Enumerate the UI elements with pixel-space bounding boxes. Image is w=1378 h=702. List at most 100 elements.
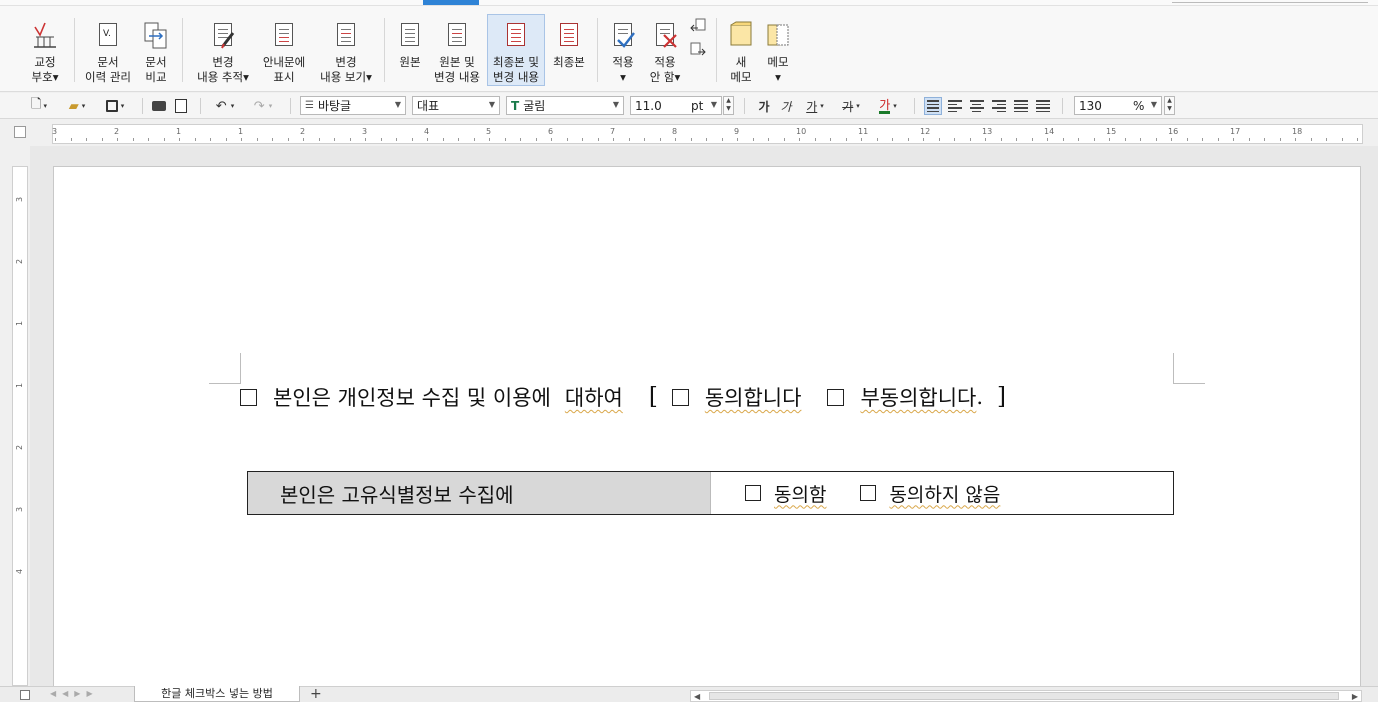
font-size-input[interactable]: 11.0 pt ▼	[630, 96, 722, 115]
scroll-right-icon[interactable]: ▶	[1352, 692, 1358, 701]
top-search-box[interactable]	[1172, 0, 1368, 3]
ruler-tick-mark	[721, 138, 723, 141]
scroll-left-icon[interactable]: ◀	[694, 692, 700, 701]
ruler-tick-label: 4	[424, 127, 430, 136]
disagree-checkbox-table[interactable]	[860, 485, 877, 501]
show-guide-label-1: 안내문에	[262, 55, 306, 69]
italic-button[interactable]: 가	[778, 97, 794, 115]
paragraph-style-select[interactable]: ☰ 바탕글 ▼	[300, 96, 406, 115]
save-icon[interactable]: ▾	[100, 97, 130, 115]
justify-align-icon[interactable]	[924, 97, 942, 115]
margin-mark	[209, 383, 241, 384]
align-right-icon[interactable]	[990, 97, 1008, 115]
checkbox-symbol[interactable]	[240, 388, 257, 406]
ruler-tick-mark	[1124, 138, 1126, 141]
print-preview-icon[interactable]	[172, 97, 190, 115]
scroll-thumb[interactable]	[709, 692, 1339, 700]
font-value: 굴림	[523, 99, 546, 113]
ribbon-separator	[74, 18, 75, 82]
ruler-tick-mark	[1233, 138, 1234, 141]
font-select[interactable]: T 굴림 ▼	[506, 96, 624, 115]
document-page[interactable]	[53, 166, 1361, 696]
language-select[interactable]: 대표 ▼	[412, 96, 500, 115]
ruler-tick-mark	[1341, 138, 1343, 141]
print-icon[interactable]	[150, 97, 168, 115]
font-size-spinner[interactable]: ▲ ▼	[723, 96, 734, 115]
view-changes-button[interactable]: 변경 내용 보기▾	[316, 14, 376, 86]
reject-change-button[interactable]: 적용 안 함▾	[646, 14, 684, 86]
ruler-tick-label: 2	[15, 258, 25, 265]
font-color-glyph: 가	[879, 97, 891, 114]
ruler-tick-label: 15	[1106, 127, 1117, 136]
bold-button[interactable]: 가	[756, 97, 772, 115]
original-and-changes-button[interactable]: 원본 및 변경 내용	[430, 14, 484, 86]
final-and-changes-button[interactable]: 최종본 및 변경 내용	[487, 14, 545, 86]
memo-dropdown-arrow: ▾	[775, 70, 781, 84]
ruler-tick-mark	[566, 138, 568, 141]
ruler-tick-mark	[1326, 138, 1327, 141]
table-label-cell[interactable]: 본인은 고유식별정보 수집에	[248, 472, 711, 514]
ruler-tick-mark	[752, 138, 754, 141]
distribute-align-icon[interactable]	[1012, 97, 1030, 115]
next-change-icon[interactable]	[690, 42, 706, 58]
zoom-input[interactable]: 130% ▼	[1074, 96, 1162, 115]
new-document-icon[interactable]: 🗋 ▾	[28, 97, 50, 115]
compare-label-1: 문서	[145, 55, 167, 69]
ruler-tick-label: 2	[15, 444, 25, 451]
ruler-tick-mark	[1078, 138, 1079, 141]
previous-change-icon[interactable]	[690, 18, 706, 34]
undo-icon[interactable]: ↶ ▾	[208, 97, 242, 115]
original-changes-label-1: 원본 및	[439, 55, 475, 69]
document-history-button[interactable]: V. 문서 이력 관리	[82, 14, 134, 86]
show-in-guide-button[interactable]: 안내문에 표시	[258, 14, 310, 86]
zoom-spinner[interactable]: ▲ ▼	[1164, 96, 1175, 115]
margin-mark	[1173, 353, 1174, 383]
original-button[interactable]: 원본	[394, 14, 426, 86]
agree-checkbox[interactable]	[671, 388, 689, 406]
ruler-tick-mark	[551, 138, 552, 141]
redo-icon[interactable]: ↷ ▾	[246, 97, 280, 115]
ruler-tick-mark	[613, 138, 614, 141]
horizontal-ruler[interactable]: 3 2 1 1 2 3 4 5 6 7 8 9 10 11 12 13 14 15 16 17 18	[52, 124, 1363, 144]
ruler-tick-mark	[535, 138, 537, 141]
agree-checkbox-table[interactable]	[745, 485, 761, 501]
font-color-button[interactable]: 가 ▾	[872, 97, 904, 115]
vertical-ruler[interactable]: 3 2 1 1 2 3 4	[12, 166, 28, 686]
final-button[interactable]: 최종본	[549, 14, 589, 86]
ruler-tick-mark	[1310, 138, 1312, 141]
ruler-tick-label: 16	[1168, 127, 1179, 136]
toolbar-separator	[200, 98, 201, 114]
memo-label: 메모	[767, 55, 789, 69]
proofread-marks-button[interactable]: 교정 부호▾	[24, 14, 66, 86]
page-view-icon[interactable]	[20, 690, 30, 700]
align-left-icon[interactable]	[946, 97, 964, 115]
disagree-checkbox[interactable]	[827, 388, 845, 406]
toolbar-separator	[290, 98, 291, 114]
consent-line-personal-info[interactable]: 본인은 개인정보 수집 및 이용에 대하여 [ 동의합니다 부동의합니다 . ]	[240, 382, 1006, 412]
apply-change-button[interactable]: 적용 ▾	[606, 14, 640, 86]
ruler-tick-mark	[1062, 138, 1064, 141]
show-in-guide-icon	[271, 21, 297, 51]
align-center-icon[interactable]	[968, 97, 986, 115]
open-folder-icon[interactable]: ▰ ▾	[62, 97, 92, 115]
history-label-2: 이력 관리	[85, 70, 131, 84]
apply-label: 적용	[612, 55, 634, 69]
toolbar-separator	[1062, 98, 1063, 114]
track-changes-button[interactable]: 변경 내용 추적▾	[194, 14, 252, 86]
new-memo-button[interactable]: 새 메모	[724, 14, 758, 86]
memo-button[interactable]: 메모 ▾	[762, 14, 794, 86]
document-tab[interactable]: 한글 체크박스 넣는 방법	[134, 686, 300, 702]
tab-nav-arrows-icon[interactable]: ◀◀▶▶	[50, 689, 99, 698]
table-option-cell[interactable]: 동의함 동의하지 않음	[711, 472, 1173, 514]
active-ribbon-tab-indicator[interactable]	[423, 0, 479, 5]
split-align-icon[interactable]	[1034, 97, 1052, 115]
add-tab-button[interactable]: +	[310, 687, 322, 701]
open-bracket: [	[648, 384, 658, 410]
underline-button[interactable]: 가 ▾	[800, 97, 830, 115]
reject-change-icon	[652, 21, 678, 51]
document-compare-button[interactable]: 문서 비교	[138, 14, 174, 86]
horizontal-scrollbar[interactable]: ◀ ▶	[690, 690, 1362, 702]
strikethrough-button[interactable]: 가 ▾	[836, 97, 866, 115]
consent-table[interactable]: 본인은 고유식별정보 수집에 동의함 동의하지 않음	[247, 471, 1174, 515]
ruler-tab-selector[interactable]	[14, 126, 26, 138]
